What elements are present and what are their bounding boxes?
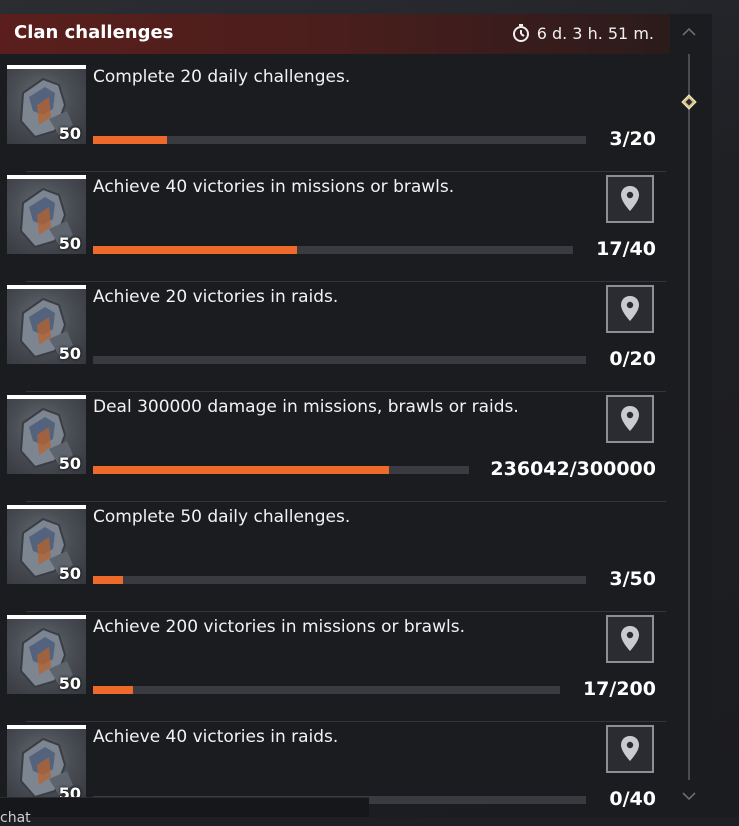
reward-count: 50 [58,344,81,363]
progress-bar-fill [93,136,167,144]
challenge-row: 50 Complete 50 daily challenges. 3/50 [0,502,670,612]
progress-count: 17/200 [582,678,656,700]
challenge-description: Achieve 40 victories in missions or braw… [93,177,455,197]
map-pin-icon [621,406,639,431]
challenge-row: 50 Achieve 40 victories in raids. 0/40 [0,722,670,807]
challenge-row: 50 Achieve 20 victories in raids. 0/20 [0,282,670,392]
reward-token-icon: 50 [7,615,86,694]
challenge-description: Deal 300000 damage in missions, brawls o… [93,397,519,417]
challenge-description: Achieve 200 victories in missions or bra… [93,617,465,637]
progress-bar [93,356,586,364]
chat-label: chat [0,810,31,826]
reward-count: 50 [58,454,81,473]
map-pin-icon [621,296,639,321]
panel-title: Clan challenges [14,22,174,43]
progress-bar-fill [93,466,389,474]
reward-token-icon: 50 [7,285,86,364]
chat-tab[interactable] [0,797,369,817]
locate-button[interactable] [606,725,654,773]
reward-token-icon: 50 [7,395,86,474]
reward-token-icon: 50 [7,725,86,804]
progress-bar-fill [93,576,123,584]
progress-count: 0/40 [609,788,656,807]
progress-count: 3/50 [609,568,656,590]
time-remaining: 6 d. 3 h. 51 m. [511,23,654,43]
map-pin-icon [621,186,639,211]
progress-bar [93,686,560,694]
challenge-description: Complete 20 daily challenges. [93,67,351,87]
progress-bar [93,246,573,254]
map-pin-icon [621,736,639,761]
challenge-row: 50 Achieve 200 victories in missions or b… [0,612,670,722]
map-pin-icon [621,626,639,651]
challenge-description: Complete 50 daily challenges. [93,507,351,527]
progress-bar-fill [93,686,133,694]
challenge-row: 50 Deal 300000 damage in missions, brawls… [0,392,670,502]
locate-button[interactable] [606,175,654,223]
reward-token-icon: 50 [7,65,86,144]
reward-count: 50 [58,234,81,253]
challenge-row: 50 Achieve 40 victories in missions or br… [0,172,670,282]
locate-button[interactable] [606,285,654,333]
progress-bar [93,136,586,144]
progress-bar-fill [93,246,297,254]
challenge-description: Achieve 20 victories in raids. [93,287,339,307]
stopwatch-icon [511,23,531,43]
challenge-description: Achieve 40 victories in raids. [93,727,339,747]
reward-count: 50 [58,124,81,143]
progress-count: 3/20 [609,128,656,150]
reward-count: 50 [58,564,81,583]
clan-challenges-panel: Clan challenges 6 d. 3 h. 51 m. 50 Comple… [0,14,712,807]
progress-bar [93,576,586,584]
progress-count: 236042/300000 [490,458,656,480]
reward-token-icon: 50 [7,175,86,254]
panel-header: Clan challenges 6 d. 3 h. 51 m. [0,14,670,54]
progress-bar [93,466,469,474]
reward-count: 50 [58,674,81,693]
scroll-track[interactable] [688,54,690,780]
scroll-up-icon[interactable] [681,24,697,40]
scrollbar[interactable] [678,24,700,804]
locate-button[interactable] [606,395,654,443]
progress-count: 0/20 [609,348,656,370]
timer-text: 6 d. 3 h. 51 m. [536,23,654,43]
progress-count: 17/40 [596,238,656,260]
challenge-list: 50 Complete 20 daily challenges. 3/20 50 Ach… [0,62,670,807]
reward-token-icon: 50 [7,505,86,584]
locate-button[interactable] [606,615,654,663]
diamond-icon[interactable] [681,94,697,110]
challenge-row: 50 Complete 20 daily challenges. 3/20 [0,62,670,172]
scroll-down-icon[interactable] [681,788,697,804]
